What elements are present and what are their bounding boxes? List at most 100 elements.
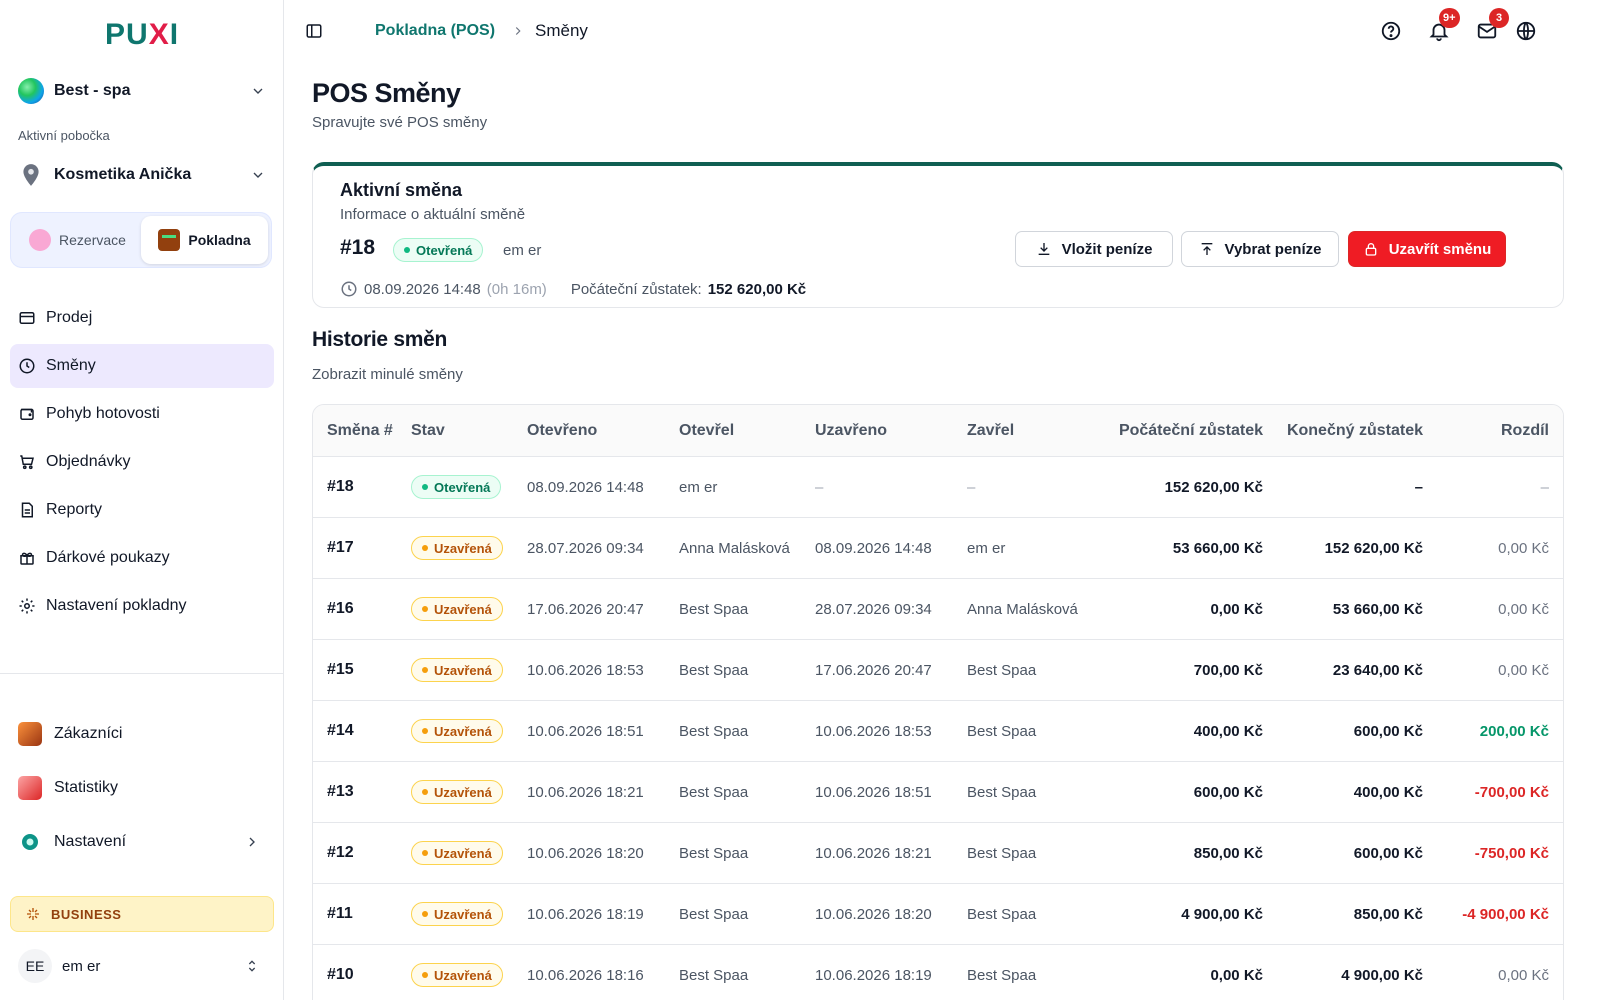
- column-header[interactable]: Rozdíl: [1429, 422, 1563, 440]
- nav-item-reporty[interactable]: Reporty: [10, 488, 274, 532]
- column-header[interactable]: Konečný zůstatek: [1269, 422, 1429, 440]
- balance-value: 152 620,00 Kč: [707, 280, 807, 298]
- breadcrumb-pokladna[interactable]: Pokladna (POS): [375, 22, 495, 40]
- cash-register-icon: [158, 229, 181, 251]
- table-row[interactable]: #15 Uzavřená 10.06.2026 18:53 Best Spaa 17.0…: [313, 640, 1563, 701]
- opened-by: Best Spaa: [679, 966, 749, 984]
- opened-at: 10.06.2026 18:19: [527, 905, 644, 923]
- table-row[interactable]: #16 Uzavřená 17.06.2026 20:47 Best Spaa 28.0…: [313, 579, 1563, 640]
- active-shift-card: Aktivní směna Informace o aktuální směně…: [312, 162, 1564, 308]
- customers-icon: [18, 722, 42, 746]
- shift-duration: (0h 16m): [486, 280, 547, 298]
- close-shift-button[interactable]: Uzavřít směnu: [1348, 231, 1506, 267]
- mode-rezervace[interactable]: Rezervace: [14, 216, 141, 264]
- main-nav: Zákazníci Statistiky Nastavení: [10, 710, 274, 872]
- organization-select[interactable]: Best - spa: [18, 74, 266, 108]
- statistics-icon: [18, 776, 42, 800]
- upload-icon: [1201, 243, 1212, 255]
- column-header[interactable]: Otevřeno: [521, 422, 673, 440]
- opened-at: 10.06.2026 18:21: [527, 783, 644, 801]
- opened-by: Best Spaa: [679, 783, 749, 801]
- nav-item-objednavky[interactable]: Objednávky: [10, 440, 274, 484]
- status-dot: [422, 667, 428, 673]
- shift-number: #14: [327, 722, 354, 739]
- help-icon[interactable]: [1380, 20, 1402, 42]
- difference: -4 900,00 Kč: [1462, 905, 1549, 923]
- sidebar: PUXI Best - spa Aktivní pobočka Kosmetik…: [0, 0, 284, 1000]
- starting-balance: 4 900,00 Kč: [1181, 905, 1263, 923]
- avatar: EE: [18, 949, 52, 983]
- nav-item-zakaznici[interactable]: Zákazníci: [10, 710, 274, 758]
- table-row[interactable]: #10 Uzavřená 10.06.2026 18:16 Best Spaa 10.0…: [313, 945, 1563, 1000]
- clock-icon: [341, 281, 357, 297]
- mode-switch: Rezervace Pokladna: [10, 212, 272, 268]
- status-dot: [422, 850, 428, 856]
- page-subtitle: Spravujte své POS směny: [312, 114, 488, 131]
- nav-item-prodej[interactable]: Prodej: [10, 296, 274, 340]
- status-cell: Uzavřená: [405, 658, 521, 682]
- nav-item-statistiky[interactable]: Statistiky: [10, 764, 274, 812]
- difference: 200,00 Kč: [1479, 722, 1549, 740]
- table-row[interactable]: #11 Uzavřená 10.06.2026 18:19 Best Spaa 10.0…: [313, 884, 1563, 945]
- branch-label: Aktivní pobočka: [18, 128, 110, 143]
- table-row[interactable]: #18 Otevřená 08.09.2026 14:48 em er – – 152 62…: [313, 457, 1563, 518]
- table-header: Směna # Stav Otevřeno Otevřel Uzavřeno Z…: [313, 405, 1563, 457]
- ending-balance: 400,00 Kč: [1353, 783, 1423, 801]
- chevron-down-icon: [253, 172, 263, 178]
- status-badge: Uzavřená: [411, 658, 503, 682]
- report-icon: [21, 502, 33, 518]
- closed-at: 28.07.2026 09:34: [815, 600, 932, 618]
- deposit-button[interactable]: Vložit peníze: [1015, 231, 1173, 267]
- status-dot: [422, 728, 428, 734]
- globe-icon[interactable]: [1515, 20, 1537, 42]
- sparkle-icon: [27, 908, 39, 920]
- status-badge: Otevřená: [411, 475, 502, 499]
- user-menu[interactable]: EE em er: [10, 946, 274, 986]
- closed-at: 10.06.2026 18:21: [815, 844, 932, 862]
- table-row[interactable]: #13 Uzavřená 10.06.2026 18:21 Best Spaa 10.0…: [313, 762, 1563, 823]
- opened-at: 08.09.2026 14:48: [364, 280, 481, 298]
- table-row[interactable]: #17 Uzavřená 28.07.2026 09:34 Anna Maláskov…: [313, 518, 1563, 579]
- table-row[interactable]: #12 Uzavřená 10.06.2026 18:20 Best Spaa 10.0…: [313, 823, 1563, 884]
- closed-by: Best Spaa: [967, 966, 1037, 984]
- withdraw-button[interactable]: Vybrat peníze: [1181, 231, 1339, 267]
- starting-balance: 850,00 Kč: [1193, 844, 1263, 862]
- status-cell: Otevřená: [405, 475, 521, 499]
- nav-item-pohyb-hotovosti[interactable]: Pohyb hotovosti: [10, 392, 274, 436]
- active-shift-user: em er: [503, 242, 542, 259]
- column-header[interactable]: Stav: [405, 422, 521, 440]
- nav-item-darkove-poukazy[interactable]: Dárkové poukazy: [10, 536, 274, 580]
- column-header[interactable]: Zavřel: [961, 422, 1093, 440]
- column-header[interactable]: Uzavřeno: [809, 422, 961, 440]
- status-badge: Uzavřená: [411, 841, 503, 865]
- location-pin-icon: [23, 164, 39, 186]
- mode-pokladna[interactable]: Pokladna: [141, 216, 268, 264]
- ending-balance: 4 900,00 Kč: [1341, 966, 1423, 984]
- shift-number: #11: [327, 905, 353, 922]
- puxi-logo[interactable]: PUXI: [105, 18, 179, 52]
- branch-select[interactable]: Kosmetika Anička: [18, 158, 266, 192]
- table-row[interactable]: #14 Uzavřená 10.06.2026 18:51 Best Spaa 10.0…: [313, 701, 1563, 762]
- sidebar-toggle-icon[interactable]: [305, 22, 323, 40]
- status-badge: Uzavřená: [411, 597, 503, 621]
- pos-nav: Prodej Směny Pohyb hotovosti Objednávky …: [10, 296, 274, 632]
- opened-by: Best Spaa: [679, 661, 749, 679]
- settings-gear-icon: [22, 834, 38, 850]
- column-header[interactable]: Směna #: [313, 422, 405, 440]
- status-badge: Uzavřená: [411, 780, 503, 804]
- plan-badge[interactable]: BUSINESS: [10, 896, 274, 932]
- column-header[interactable]: Počáteční zůstatek: [1093, 422, 1269, 440]
- nav-item-nastaveni[interactable]: Nastavení: [10, 818, 274, 866]
- column-header[interactable]: Otevřel: [673, 422, 809, 440]
- opened-at: 17.06.2026 20:47: [527, 600, 644, 618]
- ending-balance: 152 620,00 Kč: [1324, 539, 1423, 557]
- status-cell: Uzavřená: [405, 841, 521, 865]
- difference: 0,00 Kč: [1498, 661, 1549, 679]
- starting-balance: 0,00 Kč: [1210, 966, 1263, 984]
- main-content: Pokladna (POS) Směny 9+ 3 POS Směny Spra…: [285, 0, 1600, 1000]
- gift-icon: [20, 552, 34, 565]
- nav-item-nastaveni-pokladny[interactable]: Nastavení pokladny: [10, 584, 274, 628]
- user-name: em er: [62, 957, 101, 975]
- nav-item-smeny[interactable]: Směny: [10, 344, 274, 388]
- status-badge: Uzavřená: [411, 963, 503, 987]
